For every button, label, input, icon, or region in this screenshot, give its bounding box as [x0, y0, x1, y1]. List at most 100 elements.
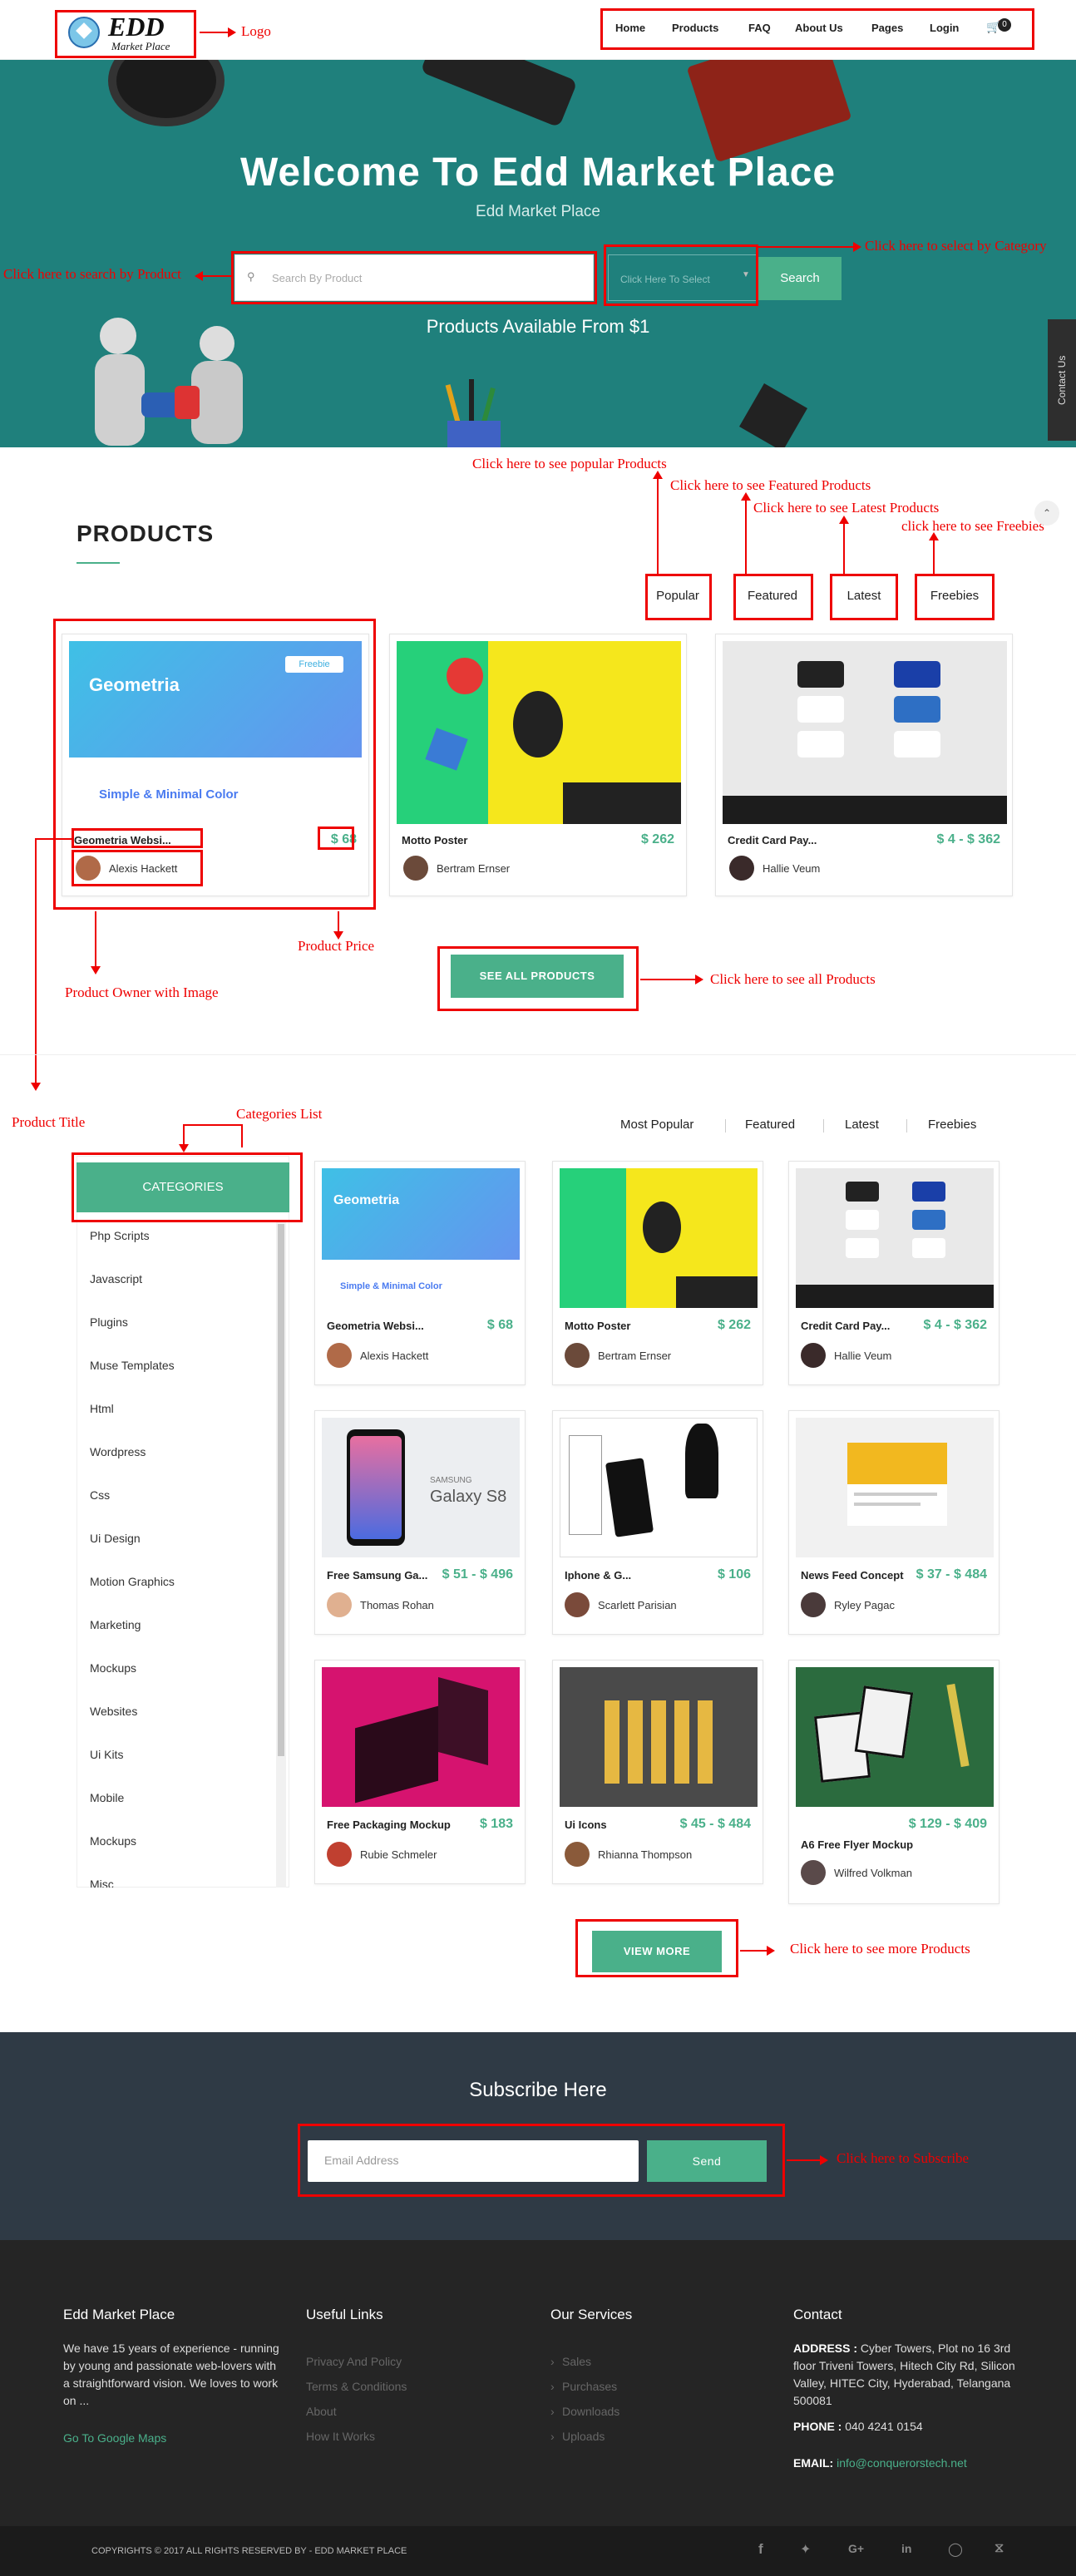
category-item[interactable]: Ui Design: [90, 1532, 141, 1545]
annotation-price: Product Price: [298, 938, 375, 954]
category-item[interactable]: Websites: [90, 1705, 137, 1718]
category-item[interactable]: Php Scripts: [90, 1229, 150, 1242]
google-plus-icon[interactable]: G+: [848, 2542, 864, 2555]
product-title[interactable]: A6 Free Flyer Mockup: [801, 1838, 913, 1851]
product-card[interactable]: Iphone & G... $ 106 Scarlett Parisian: [552, 1410, 763, 1635]
footer-col2-title: Useful Links: [306, 2307, 383, 2322]
footer-link[interactable]: How It Works: [306, 2430, 375, 2443]
product-price: $ 45 - $ 484: [679, 1817, 751, 1831]
binder-clip-image: [739, 383, 807, 447]
categories-scrollbar[interactable]: [276, 1222, 286, 1888]
phone-label: PHONE :: [793, 2420, 842, 2433]
annotation-subscribe: Click here to Subscribe: [837, 2150, 970, 2166]
footer-address: ADDRESS : Cyber Towers, Plot no 16 3rd f…: [793, 2340, 1018, 2410]
owner-name[interactable]: Rubie Schmeler: [360, 1848, 437, 1861]
footer-service[interactable]: Purchases: [562, 2380, 617, 2393]
browse-tab-featured[interactable]: Featured: [745, 1118, 795, 1132]
product-title[interactable]: Credit Card Pay...: [801, 1320, 890, 1332]
footer-link[interactable]: Privacy And Policy: [306, 2355, 402, 2368]
twitter-icon[interactable]: ✦: [800, 2541, 811, 2558]
packaging-thumbnail: [322, 1667, 520, 1807]
browse-tab-most-popular[interactable]: Most Popular: [620, 1118, 693, 1132]
browse-tab-latest[interactable]: Latest: [845, 1118, 879, 1132]
product-title[interactable]: Geometria Websi...: [327, 1320, 424, 1332]
category-item[interactable]: Mockups: [90, 1661, 136, 1675]
annotation-popular: Click here to see popular Products: [472, 456, 667, 471]
product-price: $ 262: [717, 1318, 751, 1332]
chevron-right-icon: ›: [550, 2355, 555, 2368]
annotation-catlist: Categories List: [236, 1106, 323, 1122]
product-title[interactable]: Motto Poster: [565, 1320, 630, 1332]
category-item[interactable]: Ui Kits: [90, 1748, 123, 1761]
footer-link[interactable]: Terms & Conditions: [306, 2380, 407, 2393]
product-title[interactable]: News Feed Concept: [801, 1569, 904, 1582]
category-item[interactable]: Motion Graphics: [90, 1575, 175, 1588]
footer-link[interactable]: About: [306, 2405, 337, 2418]
flyer-thumbnail: [796, 1667, 994, 1807]
product-title[interactable]: Motto Poster: [402, 834, 467, 846]
product-card[interactable]: Credit Card Pay... $ 4 - $ 362 Hallie Ve…: [715, 634, 1013, 896]
product-price: $ 68: [486, 1318, 513, 1332]
footer-about-text: We have 15 years of experience - running…: [63, 2342, 279, 2407]
annotation-logo: Logo: [241, 23, 271, 39]
product-card[interactable]: $ 129 - $ 409 A6 Free Flyer Mockup Wilfr…: [788, 1660, 999, 1904]
pinterest-icon[interactable]: ⧖: [995, 2541, 1004, 2556]
owner-avatar: [327, 1592, 352, 1617]
footer-service[interactable]: Sales: [562, 2355, 591, 2368]
product-title[interactable]: Free Samsung Ga...: [327, 1569, 427, 1582]
footer-service[interactable]: Uploads: [562, 2430, 605, 2443]
browse-tab-freebies[interactable]: Freebies: [928, 1118, 976, 1132]
owner-name[interactable]: Alexis Hackett: [360, 1350, 428, 1362]
linkedin-icon[interactable]: in: [901, 2542, 911, 2555]
contact-us-tab[interactable]: Contact Us: [1048, 319, 1076, 441]
product-card[interactable]: Credit Card Pay... $ 4 - $ 362 Hallie Ve…: [788, 1161, 999, 1385]
product-title[interactable]: Ui Icons: [565, 1818, 607, 1831]
product-title[interactable]: Iphone & G...: [565, 1569, 631, 1582]
category-item[interactable]: Mockups: [90, 1834, 136, 1848]
iphone-thumbnail: [560, 1418, 758, 1557]
category-item[interactable]: Muse Templates: [90, 1359, 175, 1372]
owner-name[interactable]: Wilfred Volkman: [834, 1867, 912, 1879]
copyright-bar: COPYRIGHTS © 2017 ALL RIGHTS RESERVED BY…: [0, 2526, 1076, 2576]
owner-name[interactable]: Rhianna Thompson: [598, 1848, 692, 1861]
category-item[interactable]: Marketing: [90, 1618, 141, 1631]
footer-service[interactable]: Downloads: [562, 2405, 619, 2418]
owner-name[interactable]: Bertram Ernser: [437, 862, 510, 875]
owner-avatar: [729, 856, 754, 881]
owner-name[interactable]: Ryley Pagac: [834, 1599, 895, 1611]
product-title[interactable]: Credit Card Pay...: [728, 834, 817, 846]
facebook-icon[interactable]: f: [758, 2541, 763, 2558]
email-link[interactable]: info@conquerorstech.net: [837, 2456, 967, 2470]
product-card[interactable]: Motto Poster $ 262 Bertram Ernser: [552, 1161, 763, 1385]
product-card[interactable]: Ui Icons $ 45 - $ 484 Rhianna Thompson: [552, 1660, 763, 1884]
product-card[interactable]: Free Packaging Mockup $ 183 Rubie Schmel…: [314, 1660, 526, 1884]
owner-name[interactable]: Hallie Veum: [834, 1350, 891, 1362]
owner-avatar: [565, 1343, 590, 1368]
product-card[interactable]: Motto Poster $ 262 Bertram Ernser: [389, 634, 687, 896]
product-title[interactable]: Free Packaging Mockup: [327, 1818, 451, 1831]
category-item[interactable]: Misc: [90, 1878, 114, 1888]
google-maps-link[interactable]: Go To Google Maps: [63, 2431, 166, 2445]
category-item[interactable]: Plugins: [90, 1315, 128, 1329]
category-item[interactable]: Javascript: [90, 1272, 142, 1286]
annotation-title: Product Title: [12, 1114, 86, 1130]
category-item[interactable]: Mobile: [90, 1791, 124, 1804]
ui-icons-thumbnail: [560, 1667, 758, 1807]
owner-name[interactable]: Bertram Ernser: [598, 1350, 671, 1362]
owner-name[interactable]: Thomas Rohan: [360, 1599, 434, 1611]
search-button[interactable]: Search: [758, 257, 842, 300]
category-item[interactable]: Css: [90, 1488, 110, 1502]
category-item[interactable]: Wordpress: [90, 1445, 146, 1458]
products-heading: PRODUCTS: [77, 521, 215, 546]
phone-text: 040 4241 0154: [845, 2420, 923, 2433]
product-card[interactable]: Geometria Simple & Minimal Color Geometr…: [314, 1161, 526, 1385]
product-card[interactable]: News Feed Concept $ 37 - $ 484 Ryley Pag…: [788, 1410, 999, 1635]
owner-name[interactable]: Hallie Veum: [763, 862, 820, 875]
dribbble-icon[interactable]: ◯: [948, 2541, 963, 2558]
category-item[interactable]: Html: [90, 1402, 114, 1415]
owner-avatar: [327, 1842, 352, 1867]
product-card[interactable]: SAMSUNG Galaxy S8 Free Samsung Ga... $ 5…: [314, 1410, 526, 1635]
scroll-top-button[interactable]: ⌃: [1034, 501, 1059, 526]
owner-name[interactable]: Scarlett Parisian: [598, 1599, 677, 1611]
samsung-thumbnail: SAMSUNG Galaxy S8: [322, 1418, 520, 1557]
